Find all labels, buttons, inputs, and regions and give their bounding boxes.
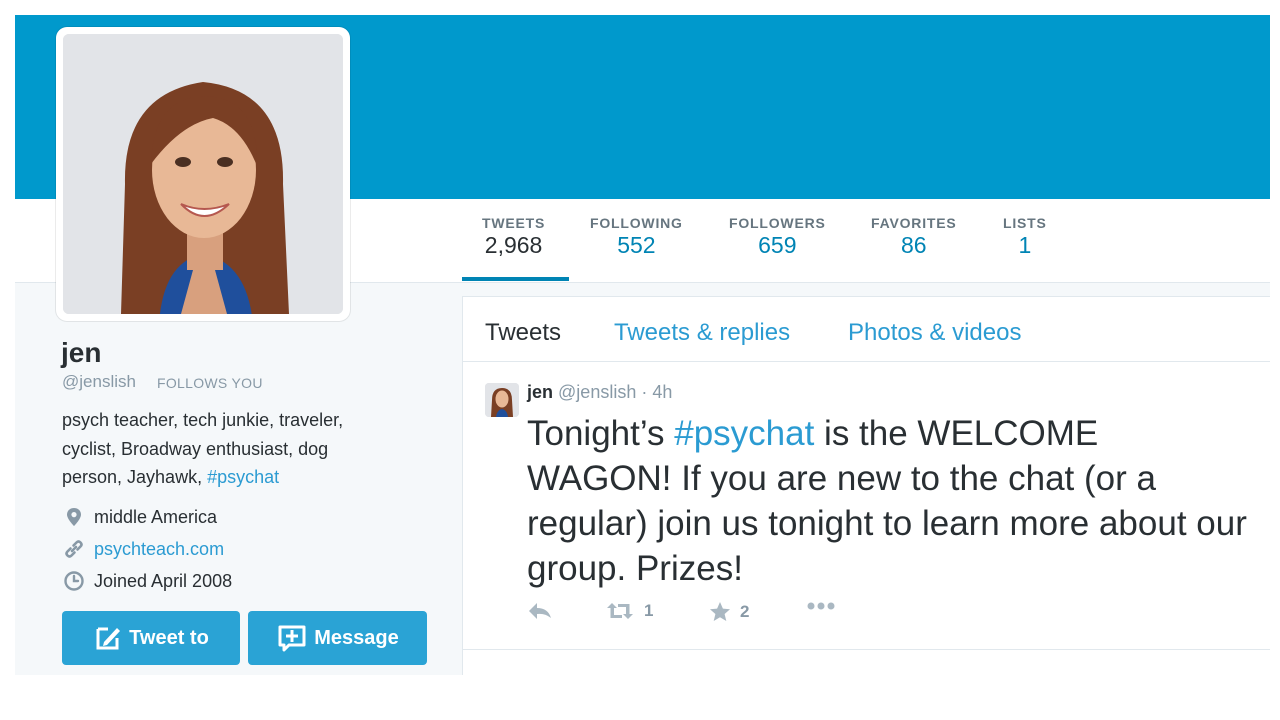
stat-label: FOLLOWING [590,215,683,231]
tab-tweets-and-replies[interactable]: Tweets & replies [614,319,790,347]
star-icon [710,602,730,621]
message-label: Message [314,626,399,649]
tweet-avatar[interactable] [485,383,519,417]
stat-value: 86 [900,232,927,258]
link-icon [65,540,83,558]
tweet-to-label: Tweet to [129,626,209,649]
tweet-author-handle[interactable]: @jenslish [558,382,636,402]
stat-followers[interactable]: FOLLOWERS 659 [729,215,826,259]
stat-value: 552 [617,232,656,258]
stat-favorites[interactable]: FAVORITES 86 [871,215,957,259]
profile-join-date: Joined April 2008 [63,569,232,593]
stat-lists[interactable]: LISTS 1 [1003,215,1047,259]
reply-action[interactable] [527,601,553,621]
profile-avatar[interactable] [56,27,350,321]
stat-label: TWEETS [482,215,546,231]
profile-location: middle America [63,505,217,529]
location-text: middle America [94,506,218,527]
joined-text: Joined April 2008 [94,570,233,591]
active-stat-underline [462,277,569,281]
stat-label: FAVORITES [871,215,957,231]
favorite-action[interactable]: 2 [709,601,749,622]
stat-value: 1 [1018,232,1032,258]
stat-value: 2,968 [484,232,543,258]
stat-label: FOLLOWERS [729,215,826,231]
tab-photos-videos[interactable]: Photos & videos [848,319,1021,347]
tweet-author-name[interactable]: jen [527,382,553,402]
profile-screen-name[interactable]: @jenslish [62,372,136,392]
bio-text: psych teacher, tech junkie, traveler, cy… [62,410,344,487]
tweet-text: Tonight’s #psychat is the WELCOME WAGON!… [527,411,1247,591]
avatar-photo [63,34,343,314]
stat-tweets[interactable]: TWEETS 2,968 [482,215,545,259]
location-pin-icon [67,508,81,526]
calendar-icon [64,571,84,591]
follows-you-badge: FOLLOWS YOU [157,375,263,391]
more-action[interactable] [806,601,836,611]
stat-following[interactable]: FOLLOWING 552 [590,215,683,259]
tweet-timestamp[interactable]: 4h [652,382,672,402]
tweet-text-start: Tonight’s [527,414,675,453]
timeline: Tweets Tweets & replies Photos & videos … [462,296,1270,675]
message-button[interactable]: Message [248,611,427,665]
stat-label: LISTS [1003,215,1047,231]
more-icon [807,602,835,610]
tab-tweets[interactable]: Tweets [485,319,561,347]
favorite-count: 2 [740,601,750,621]
compose-icon [96,627,121,650]
stat-value: 659 [758,232,797,258]
profile-bio: psych teacher, tech junkie, traveler, cy… [62,406,392,492]
bio-hashtag-link[interactable]: #psychat [207,467,279,487]
message-icon [278,625,306,652]
tweet-to-button[interactable]: Tweet to [62,611,240,665]
reply-icon [529,603,551,619]
website-link[interactable]: psychteach.com [94,539,224,560]
profile-name: jen [61,337,102,368]
retweet-icon [607,603,633,619]
tabs-divider [463,361,1270,362]
tweet-hashtag-link[interactable]: #psychat [674,414,814,453]
tweet-header: jen @jenslish · 4h [527,382,672,403]
retweet-count: 1 [644,601,654,620]
tweet-divider [463,649,1270,650]
tweet-header-separator: · [641,382,648,402]
profile-website[interactable]: psychteach.com [63,537,224,561]
profile-page: TWEETS 2,968 FOLLOWING 552 FOLLOWERS 659… [15,15,1270,675]
retweet-action[interactable]: 1 [605,601,653,621]
